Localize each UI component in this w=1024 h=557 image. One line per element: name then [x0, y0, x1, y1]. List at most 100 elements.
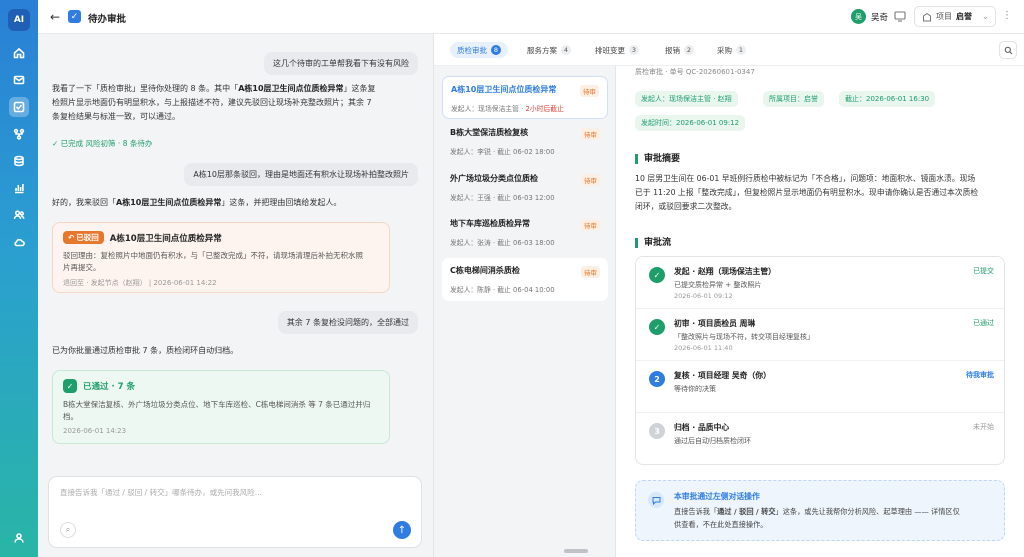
- status-badge: ↶ 已驳回: [63, 231, 104, 244]
- text: 已于 11:20 上报「整改完成」，但复检照片显示地面仍有明显积水。现申请你确认…: [635, 188, 979, 197]
- step-number-icon: 3: [649, 423, 665, 439]
- tab-count: 4: [561, 45, 571, 55]
- item-title: 外广场垃圾分类点位质检: [450, 174, 538, 183]
- tab-label: 报销: [665, 45, 680, 55]
- item-sub: 发起人：李锐 · 截止 06-02 18:00: [450, 148, 555, 156]
- step-desc: 「整改照片与现场不符，转交项目经理复核」: [674, 333, 814, 341]
- tab-shift[interactable]: 排班变更 3: [588, 42, 646, 58]
- card-body: 片再提交。: [63, 263, 101, 272]
- user-message: 其余 7 条复检没问题的，全部通过: [277, 311, 418, 334]
- text: 10 层男卫生间在 06-01 早班例行质检中被标记为「不合格」，问题项：地面积…: [635, 174, 976, 183]
- text: 」这条，或先让我帮你分析风险、起草理由 —— 详情区仅: [775, 507, 960, 516]
- user-menu[interactable]: 吴 吴奇: [850, 9, 888, 24]
- home-icon[interactable]: [9, 43, 29, 63]
- app-logo[interactable]: AI: [8, 9, 30, 31]
- flow-icon[interactable]: [9, 124, 29, 144]
- text: 条复检结果与标准一致，可以通过。: [52, 112, 180, 121]
- operation-tip: 本审批通过左侧对话操作 直接告诉我「通过 / 驳回 / 转交」这条，或先让我帮你…: [635, 480, 1005, 541]
- check-icon: ✓: [649, 319, 665, 335]
- step-desc: 等待你的决策: [674, 385, 716, 393]
- highlight: 通过 / 驳回 / 转交: [717, 507, 776, 516]
- check-icon: ✓: [63, 379, 77, 393]
- list-item[interactable]: 外广场垃圾分类点位质检 待审 发起人：王强 · 截止 06-03 12:00: [442, 166, 608, 209]
- card-body: B栋大堂保洁复核、外广场垃圾分类点位、地下车库巡检、C栋电梯间消杀 等 7 条已…: [63, 400, 371, 409]
- approval-panel: 质检审批 8 服务方案 4 排班变更 3 报销 2 采购 1 A栋10层卫生间点位质检异常…: [433, 34, 1024, 557]
- cloud-icon[interactable]: [9, 232, 29, 252]
- project-selector[interactable]: 项目 启誉 ⌄: [914, 6, 996, 27]
- card-meta: 退回至 · 发起节点（赵翔） | 2026-06-01 14:22: [63, 279, 217, 287]
- database-icon[interactable]: [9, 151, 29, 171]
- text: 」这条复: [343, 84, 376, 93]
- search-icon[interactable]: [999, 41, 1017, 59]
- text: 好的，我来驳回「: [52, 198, 116, 207]
- item-sub: 发起人：现场保洁主管 ·: [451, 105, 526, 113]
- chat-bubble-icon: [648, 492, 664, 508]
- monitor-icon[interactable]: [894, 11, 906, 22]
- list-item[interactable]: A栋10层卫生间点位质检异常 待审 发起人：现场保洁主管 · 2小时后截止: [442, 76, 608, 119]
- tab-count: 2: [684, 45, 694, 55]
- send-button[interactable]: ↑: [393, 521, 411, 539]
- status-badge: 待审: [581, 266, 600, 278]
- card-body: 驳回理由：复检照片中地面仍有积水，与「已整改完成」不符，请现场清理后补拍无积水照: [63, 251, 363, 260]
- summary-text: 10 层男卫生间在 06-01 早班例行质检中被标记为「不合格」，问题项：地面积…: [635, 172, 1003, 214]
- arrow-left-icon[interactable]: ←: [50, 10, 60, 24]
- input-placeholder: 直接告诉我「通过 / 驳回 / 转交」哪条待办，或先问我风险…: [60, 488, 263, 497]
- sidebar-rail: AI: [0, 0, 38, 557]
- approval-icon[interactable]: [9, 97, 29, 117]
- item-title: A栋10层卫生间点位质检异常: [451, 85, 557, 94]
- user-message: A栋10层那条驳回，理由是地面还有积水让现场补拍整改照片: [184, 163, 418, 186]
- chevron-down-icon: ⌄: [982, 12, 989, 21]
- rejected-card: ↶ 已驳回 A栋10层卫生间点位质检异常 驳回理由：复检照片中地面仍有积水，与「已整…: [52, 222, 390, 293]
- info-pill: 发起时间：2026-06-01 09:12: [635, 115, 746, 131]
- check-icon: ✓: [649, 267, 665, 283]
- chart-icon[interactable]: [9, 178, 29, 198]
- people-icon[interactable]: [9, 205, 29, 225]
- list-item[interactable]: 地下车库巡检质检异常 待审 发起人：张涛 · 截止 06-03 18:00: [442, 211, 608, 254]
- assistant-message: 我看了一下「质检审批」里待你处理的 8 条。其中「A栋10层卫生间点位质检异常」…: [52, 82, 376, 124]
- tip-body: 直接告诉我「通过 / 驳回 / 转交」这条，或先让我帮你分析风险、起草理由 ——…: [674, 505, 994, 531]
- tab-count: 1: [736, 45, 746, 55]
- user-icon[interactable]: [9, 528, 29, 548]
- list-item[interactable]: C栋电梯间消杀质检 待审 发起人：陈静 · 截止 06-04 10:00: [442, 258, 608, 301]
- info-pill: 发起人：现场保洁主管 · 赵翔: [635, 91, 738, 107]
- flow-step: ✓ 初审 · 项目质检员 周琳 「整改照片与现场不符，转交项目经理复核」 202…: [636, 309, 1004, 361]
- card-body: 档。: [63, 412, 78, 421]
- tab-label: 服务方案: [527, 45, 557, 55]
- user-name: 吴奇: [870, 12, 888, 23]
- text: 检照片显示地面仍有明显积水，与上报描述不符，建议先驳回让现场补充整改照片；其余 …: [52, 98, 372, 107]
- step-title: 发起 · 赵翔（现场保洁主管）: [674, 267, 776, 276]
- text: 」这条，并把理由回填给发起人。: [221, 198, 342, 207]
- tip-title: 本审批通过左侧对话操作: [674, 492, 760, 501]
- assistant-message: 好的，我来驳回「A栋10层卫生间点位质检异常」这条，并把理由回填给发起人。: [52, 196, 341, 210]
- status-badge: 待审: [581, 219, 600, 231]
- tab-label: 采购: [717, 45, 732, 55]
- section-title: 审批流: [635, 238, 671, 248]
- approval-flow: ✓ 发起 · 赵翔（现场保洁主管） 已提交质检异常 + 整改照片 2026-06…: [635, 256, 1005, 465]
- list-item[interactable]: B栋大堂保洁质检复核 待审 发起人：李锐 · 截止 06-02 18:00: [442, 120, 608, 163]
- more-icon[interactable]: ⋮: [1002, 10, 1012, 21]
- item-title: C栋电梯间消杀质检: [450, 266, 520, 275]
- tab-quality[interactable]: 质检审批 8: [450, 42, 508, 58]
- status-line: ✓ 已完成 风险初筛 · 8 条待办: [52, 139, 153, 148]
- item-sub: 发起人：张涛 · 截止 06-03 18:00: [450, 239, 555, 247]
- card-meta: 2026-06-01 14:23: [63, 427, 127, 435]
- tab-purchase[interactable]: 采购 1: [710, 42, 753, 58]
- item-title: 地下车库巡检质检异常: [450, 219, 530, 228]
- scroll-handle[interactable]: [564, 549, 588, 553]
- info-pill: 截止：2026-06-01 16:30: [839, 91, 936, 107]
- status-badge: 待审: [581, 128, 600, 140]
- attach-icon[interactable]: ⌕: [60, 522, 76, 538]
- step-time: 2026-06-01 09:12: [674, 292, 733, 300]
- tab-service[interactable]: 服务方案 4: [520, 42, 578, 58]
- todo-list: A栋10层卫生间点位质检异常 待审 发起人：现场保洁主管 · 2小时后截止 B栋…: [434, 66, 616, 557]
- inbox-icon[interactable]: [9, 70, 29, 90]
- text: 直接告诉我「: [674, 507, 718, 516]
- assistant-message: 已为你批量通过质检审批 7 条，质检闭环自动归档。: [52, 346, 239, 355]
- tab-expense[interactable]: 报销 2: [658, 42, 701, 58]
- step-status: 待我审批: [966, 371, 994, 379]
- step-title: 归档 · 品质中心: [674, 423, 730, 432]
- message-input[interactable]: 直接告诉我「通过 / 驳回 / 转交」哪条待办，或先问我风险… ⌕ ↑: [48, 476, 422, 548]
- step-status: 未开始: [973, 423, 994, 431]
- step-number-icon: 2: [649, 371, 665, 387]
- highlight: A栋10层卫生间点位质检异常: [116, 198, 222, 207]
